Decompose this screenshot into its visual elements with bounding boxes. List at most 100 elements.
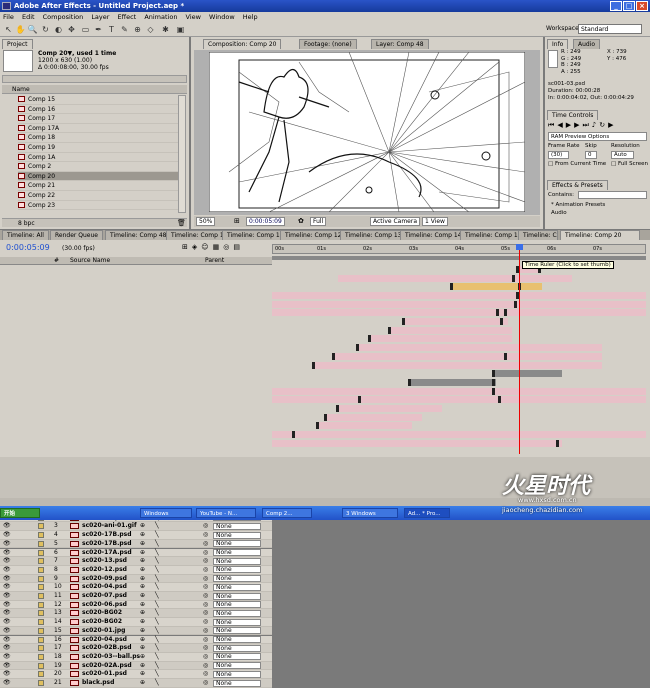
eye-icon[interactable]: 👁 [3, 522, 11, 531]
selection-tool-icon[interactable]: ↖ [3, 24, 14, 35]
keyframe-marker[interactable] [358, 396, 361, 404]
label-color-swatch[interactable] [38, 601, 44, 608]
parent-pick-whip-icon[interactable]: ◎ [203, 522, 208, 531]
layer-row[interactable]: 👁 19 sc020-02A.psd ⊕ ╲ ◎ None [0, 661, 272, 671]
layer-row[interactable]: 👁 3 sc020-ani-01.gif ⊕ ╲ ◎ None [0, 522, 272, 532]
quality-switch-icon[interactable]: ╲ [155, 549, 159, 558]
collapse-switch-icon[interactable]: ⊕ [140, 549, 145, 558]
parent-select[interactable]: None [213, 540, 261, 548]
layer-duration-bar[interactable] [332, 352, 602, 360]
keyframe-marker[interactable] [402, 318, 405, 325]
collapse-switch-icon[interactable]: ⊕ [140, 670, 145, 679]
tab-project[interactable]: Project [2, 39, 33, 49]
color-picker-icon[interactable]: ✿ [298, 217, 304, 225]
type-tool-icon[interactable]: T [106, 24, 117, 35]
tab-timeline-comp-15[interactable]: Timeline: Comp 15 [460, 230, 527, 240]
eye-icon[interactable]: 👁 [3, 566, 11, 575]
tab-timeline-comp-12[interactable]: Timeline: Comp 12 [280, 230, 347, 240]
parent-select[interactable]: None [213, 522, 261, 530]
taskbar-item-comp[interactable]: Comp 2... [262, 508, 312, 518]
layer-row[interactable]: 👁 7 sc020-13.psd ⊕ ╲ ◎ None [0, 557, 272, 566]
project-item-comp-2[interactable]: Comp 2 [18, 162, 178, 172]
time-ruler[interactable]: 00s 01s 02s 03s 04s 05s 06s 07s [272, 244, 646, 254]
layer-duration-bar[interactable] [272, 309, 646, 317]
label-color-swatch[interactable] [38, 540, 44, 547]
layer-row[interactable]: 👁 8 sc020-12.psd ⊕ ╲ ◎ None [0, 565, 272, 575]
label-color-swatch[interactable] [38, 566, 44, 573]
layer-name[interactable]: sc020-06.psd [82, 601, 127, 610]
comp-flowchart-icon[interactable]: ⊞ [182, 243, 192, 251]
parent-pick-whip-icon[interactable]: ◎ [203, 609, 208, 618]
minimize-button[interactable]: _ [610, 1, 622, 11]
keyframe-marker[interactable] [312, 361, 315, 369]
keyframe-marker[interactable] [500, 318, 503, 325]
menu-help[interactable]: Help [243, 13, 258, 21]
label-color-swatch[interactable] [38, 619, 44, 626]
eye-icon[interactable]: 👁 [3, 557, 11, 566]
tab-timeline-comp-48[interactable]: Timeline: Comp 48 [105, 230, 172, 240]
eye-icon[interactable]: 👁 [3, 540, 11, 549]
parent-pick-whip-icon[interactable]: ◎ [203, 531, 208, 540]
layer-name[interactable]: sc020-17A.psd [82, 549, 132, 558]
parent-pick-whip-icon[interactable]: ◎ [203, 670, 208, 679]
keyframe-marker[interactable] [504, 309, 507, 317]
shy-icon[interactable]: ☺ [201, 243, 212, 251]
parent-pick-whip-icon[interactable]: ◎ [203, 566, 208, 575]
source-name-column[interactable]: Source Name [70, 257, 110, 265]
label-color-swatch[interactable] [38, 532, 44, 539]
collapse-switch-icon[interactable]: ⊕ [140, 540, 145, 549]
label-color-swatch[interactable] [38, 523, 44, 530]
parent-select[interactable]: None [213, 679, 261, 687]
label-color-swatch[interactable] [38, 680, 44, 686]
project-item-comp-18[interactable]: Comp 18 [18, 133, 178, 143]
layer-name[interactable]: sc020-04.psd [82, 636, 127, 645]
current-time-indicator[interactable] [519, 244, 520, 454]
layer-row[interactable]: 👁 18 sc020-03--ball.ps ⊕ ╲ ◎ None [0, 652, 272, 662]
quality-switch-icon[interactable]: ╲ [155, 662, 159, 671]
layer-row[interactable]: 👁 17 sc020-02B.psd ⊕ ╲ ◎ None [0, 644, 272, 653]
collapse-switch-icon[interactable]: ⊕ [140, 575, 145, 584]
first-frame-icon[interactable]: ⏮ [548, 121, 557, 129]
label-color-swatch[interactable] [38, 558, 44, 565]
layer-duration-bar[interactable] [272, 396, 646, 404]
rotate-tool-icon[interactable]: ↻ [40, 24, 51, 35]
quality-switch-icon[interactable]: ╲ [155, 583, 159, 592]
layer-duration-bar[interactable] [272, 431, 646, 439]
parent-pick-whip-icon[interactable]: ◎ [203, 557, 208, 566]
keyframe-marker[interactable] [336, 405, 339, 412]
viewer-time[interactable]: 0:00:05:09 [246, 217, 285, 226]
parent-select[interactable]: None [213, 592, 261, 600]
keyframe-marker[interactable] [556, 439, 559, 447]
layer-duration-bar[interactable] [324, 413, 422, 421]
parent-column[interactable]: Parent [205, 257, 224, 265]
parent-select[interactable]: None [213, 618, 261, 626]
project-item-comp-19[interactable]: Comp 19 [18, 143, 178, 153]
tab-timeline-comp-20[interactable]: Timeline: Comp 20 [560, 230, 640, 240]
pan-behind-tool-icon[interactable]: ✥ [66, 24, 77, 35]
layer-row[interactable]: 👁 20 sc020-01.psd ⊕ ╲ ◎ None [0, 670, 272, 679]
keyframe-marker[interactable] [492, 370, 495, 378]
collapse-switch-icon[interactable]: ⊕ [140, 583, 145, 592]
tab-timeline-comp-1[interactable]: Timeline: Comp 1 [166, 230, 229, 240]
keyframe-marker[interactable] [332, 352, 335, 360]
skip-input[interactable]: 0 [585, 151, 597, 159]
layer-name[interactable]: sc020-17B.psd [82, 531, 132, 540]
track-area[interactable] [272, 265, 646, 455]
layer-duration-bar[interactable] [368, 335, 512, 343]
tab-composition-comp-20[interactable]: Composition: Comp 20 [203, 39, 282, 49]
zoom-tool-icon[interactable]: 🔍 [27, 24, 38, 35]
project-item-comp-17[interactable]: Comp 17 [18, 114, 178, 124]
eye-icon[interactable]: 👁 [3, 670, 11, 679]
camera-tool-icon[interactable]: ◐ [53, 24, 64, 35]
parent-pick-whip-icon[interactable]: ◎ [203, 601, 208, 610]
collapse-switch-icon[interactable]: ⊕ [140, 609, 145, 618]
keyframe-marker[interactable] [408, 378, 411, 386]
layer-name[interactable]: sc020-ani-01.gif [82, 522, 137, 531]
quality-switch-icon[interactable]: ╲ [155, 522, 159, 531]
layer-duration-bar[interactable] [408, 378, 496, 386]
keyframe-marker[interactable] [514, 300, 517, 308]
layer-name[interactable]: sc020-07.psd [82, 592, 127, 601]
parent-pick-whip-icon[interactable]: ◎ [203, 636, 208, 645]
layer-name[interactable]: sc020-BG02 [82, 609, 122, 618]
work-area-bar[interactable] [272, 256, 646, 260]
